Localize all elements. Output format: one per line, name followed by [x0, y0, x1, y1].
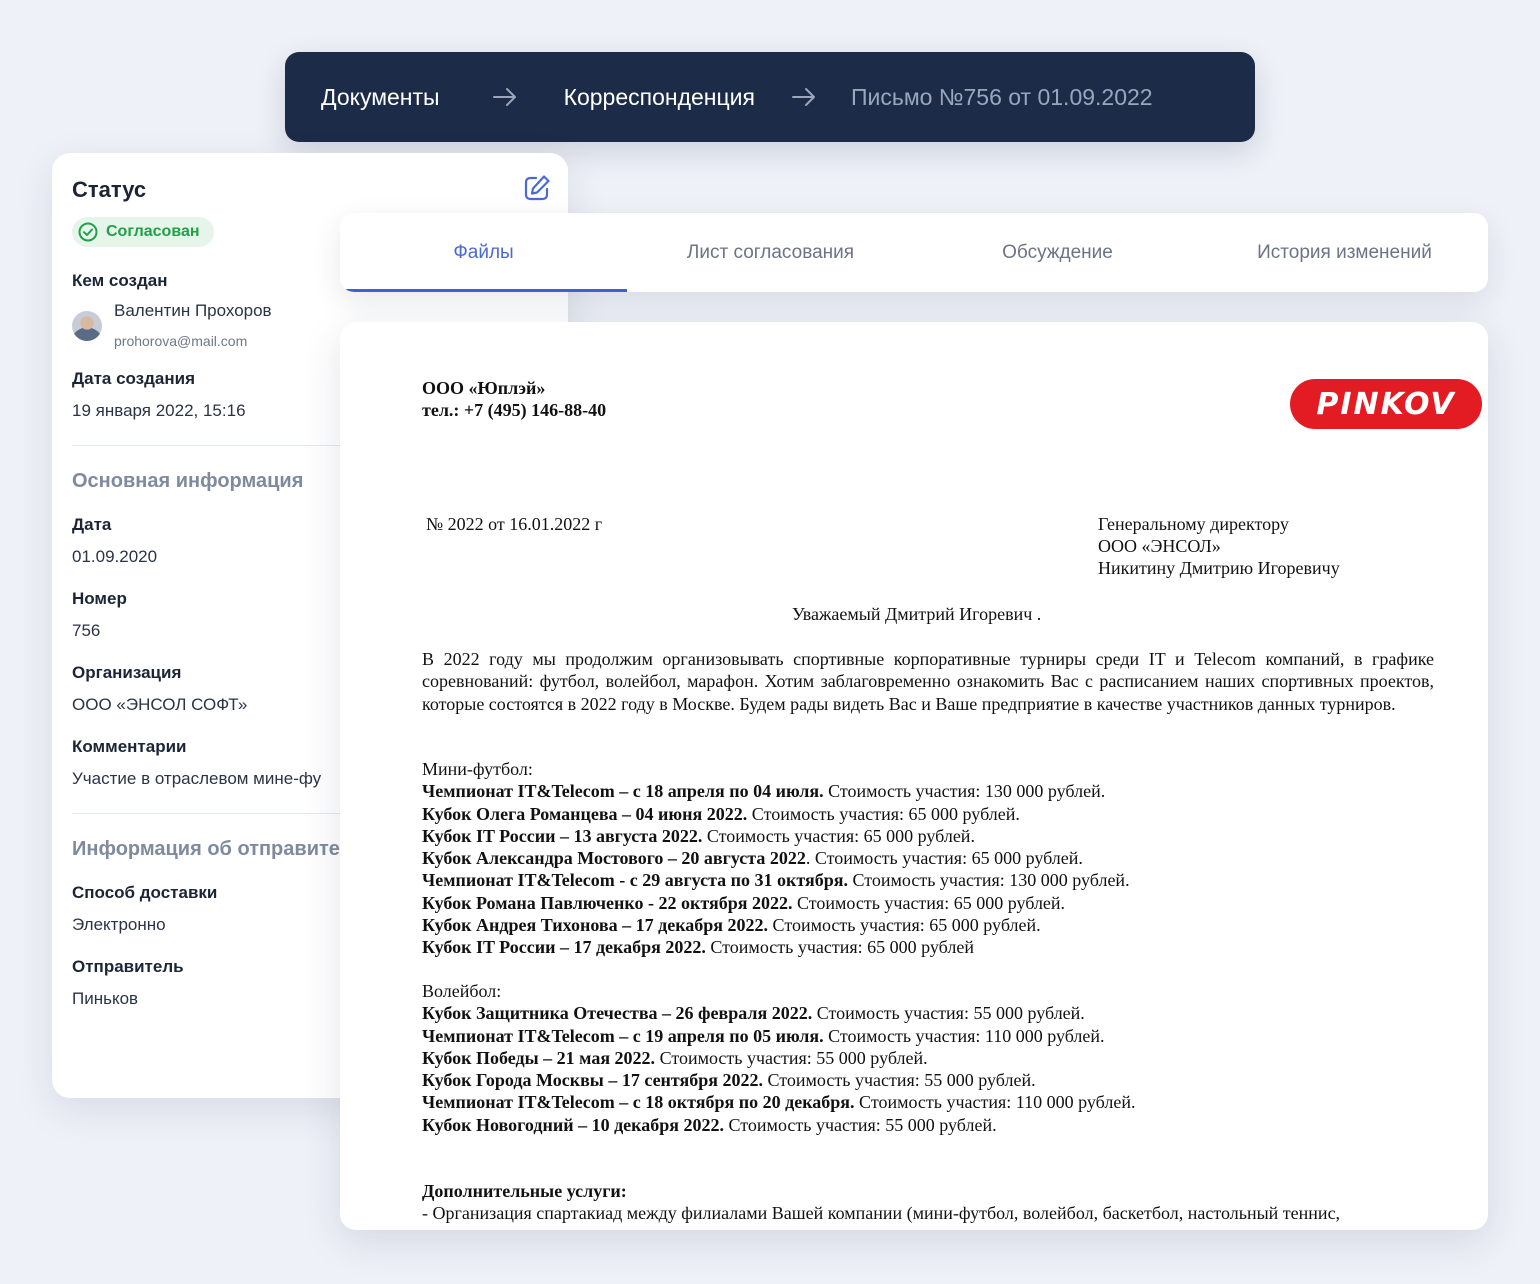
tournament-price: Стоимость участия: 55 000 рублей.	[655, 1047, 928, 1068]
check-circle-icon	[78, 222, 98, 242]
status-badge: Согласован	[72, 217, 214, 247]
tab-files[interactable]: Файлы	[340, 213, 627, 292]
addressee-line: Никитину Дмитрию Игоревичу	[1098, 558, 1340, 578]
tournament-price: Стоимость участия: 110 000 рублей.	[823, 1025, 1105, 1046]
tournament-price: Стоимость участия: 130 000 рублей.	[847, 870, 1130, 891]
football-list: Мини-футбол: Чемпионат IT&Telecom – с 18…	[422, 758, 1130, 959]
extra-services-line: - Организация спартакиад между филиалами…	[422, 1203, 1341, 1223]
document-preview[interactable]: ООО «Юплэй» тел.: +7 (495) 146-88-40 PIN…	[340, 322, 1488, 1230]
football-tournament-line: Чемпионат IT&Telecom – с 18 апреля по 04…	[422, 780, 1130, 802]
tournament-price: Стоимость участия: 65 000 рублей.	[747, 803, 1020, 824]
tournament-price: Стоимость участия: 65 000 рублей.	[792, 892, 1066, 913]
tournament-price: Стоимость участия: 55 000 рублей.	[724, 1114, 997, 1135]
football-tournament-line: Кубок Олега Романцева – 04 июня 2022. Ст…	[422, 803, 1130, 825]
tab-approval-sheet[interactable]: Лист согласования	[627, 213, 914, 292]
intro-paragraph: В 2022 году мы продолжим организовывать …	[422, 649, 1434, 714]
tab-discussion[interactable]: Обсуждение	[914, 213, 1201, 292]
addressee-line: Генеральному директору	[1098, 514, 1289, 534]
status-text: Согласован	[106, 223, 200, 240]
tournament-price: Стоимость участия: 110 000 рублей.	[854, 1092, 1136, 1113]
tournament-name: Чемпионат IT&Telecom - с 29 августа по 3…	[422, 870, 848, 891]
arrow-right-icon	[492, 87, 518, 107]
football-tournament-line: Кубок Александра Мостового – 20 августа …	[422, 847, 1130, 869]
greeting: Уважаемый Дмитрий Игоревич .	[792, 604, 1042, 624]
tournament-price: Стоимость участия: 65 000 рублей.	[768, 915, 1041, 936]
tournament-name: Кубок Победы – 21 мая 2022.	[422, 1047, 656, 1068]
user-email: prohorova@mail.com	[114, 333, 248, 349]
extra-services-title: Дополнительные услуги:	[422, 1181, 627, 1201]
tournament-name: Кубок Новогодний – 10 декабря 2022.	[422, 1114, 725, 1135]
tournament-price: Стоимость участия: 65 000 рублей	[705, 937, 974, 958]
football-tournament-line: Кубок Романа Павлюченко - 22 октября 202…	[422, 892, 1130, 914]
volleyball-tournament-line: Чемпионат IT&Telecom – с 18 октября по 2…	[422, 1091, 1135, 1113]
volleyball-tournament-line: Кубок Города Москвы – 17 сентября 2022. …	[422, 1069, 1135, 1091]
addressee-line: ООО «ЭНСОЛ»	[1098, 536, 1221, 556]
tournament-name: Кубок IT России – 17 декабря 2022.	[422, 937, 706, 958]
tournament-price: Стоимость участия: 55 000 рублей.	[763, 1070, 1036, 1091]
tournament-price: Стоимость участия: 65 000 рублей.	[702, 825, 975, 846]
tournament-name: Кубок IT России – 13 августа 2022.	[422, 825, 703, 846]
tab-change-history[interactable]: История изменений	[1201, 213, 1488, 292]
football-tournament-line: Кубок IT России – 13 августа 2022. Стоим…	[422, 825, 1130, 847]
volleyball-tournament-line: Кубок Защитника Отечества – 26 февраля 2…	[422, 1002, 1135, 1024]
tournament-name: Кубок Города Москвы – 17 сентября 2022.	[422, 1070, 764, 1091]
football-tournament-line: Кубок IT России – 17 декабря 2022. Стоим…	[422, 936, 1130, 958]
tournament-price: . Стоимость участия: 65 000 рублей.	[805, 848, 1083, 869]
football-tournament-line: Чемпионат IT&Telecom - с 29 августа по 3…	[422, 869, 1130, 891]
user-name: Валентин Прохоров	[114, 301, 272, 320]
sender-phone: тел.: +7 (495) 146-88-40	[422, 400, 607, 420]
volleyball-tournament-line: Кубок Победы – 21 мая 2022. Стоимость уч…	[422, 1047, 1135, 1069]
tournament-price: Стоимость участия: 55 000 рублей.	[812, 1003, 1085, 1024]
tab-bar: Файлы Лист согласования Обсуждение Истор…	[340, 213, 1488, 292]
pinkov-logo: PINKOV	[1290, 379, 1482, 429]
tournament-name: Чемпионат IT&Telecom – с 19 апреля по 05…	[422, 1025, 824, 1046]
football-title: Мини-футбол:	[422, 759, 533, 779]
tournament-name: Кубок Романа Павлюченко - 22 октября 202…	[422, 892, 793, 913]
volleyball-tournament-line: Кубок Новогодний – 10 декабря 2022. Стои…	[422, 1114, 1135, 1136]
tournament-name: Кубок Александра Мостового – 20 августа …	[422, 848, 806, 869]
tournament-name: Чемпионат IT&Telecom – с 18 апреля по 04…	[422, 781, 824, 802]
tournament-name: Кубок Олега Романцева – 04 июня 2022.	[422, 803, 748, 824]
volleyball-title: Волейбол:	[422, 981, 502, 1001]
tournament-name: Кубок Защитника Отечества – 26 февраля 2…	[422, 1003, 813, 1024]
breadcrumb-item-correspondence[interactable]: Корреспонденция	[564, 84, 755, 111]
tournament-name: Чемпионат IT&Telecom – с 18 октября по 2…	[422, 1092, 855, 1113]
tournament-price: Стоимость участия: 130 000 рублей.	[823, 781, 1106, 802]
tournament-name: Кубок Андрея Тихонова – 17 декабря 2022.	[422, 915, 769, 936]
arrow-right-icon	[791, 87, 817, 107]
football-tournament-line: Кубок Андрея Тихонова – 17 декабря 2022.…	[422, 914, 1130, 936]
edit-icon[interactable]	[522, 173, 552, 203]
avatar	[72, 311, 102, 341]
sender-company: ООО «Юплэй»	[422, 378, 546, 398]
volleyball-list: Волейбол: Кубок Защитника Отечества – 26…	[422, 980, 1135, 1136]
letter-reference: № 2022 от 16.01.2022 г	[426, 514, 603, 534]
breadcrumb-item-current: Письмо №756 от 01.09.2022	[850, 83, 1153, 110]
volleyball-tournament-line: Чемпионат IT&Telecom – с 19 апреля по 05…	[422, 1025, 1135, 1047]
breadcrumb-item-documents[interactable]: Документы	[321, 84, 440, 111]
breadcrumb: Документы Корреспонденция Письмо №756 от…	[285, 52, 1255, 142]
status-title: Статус	[72, 177, 147, 202]
